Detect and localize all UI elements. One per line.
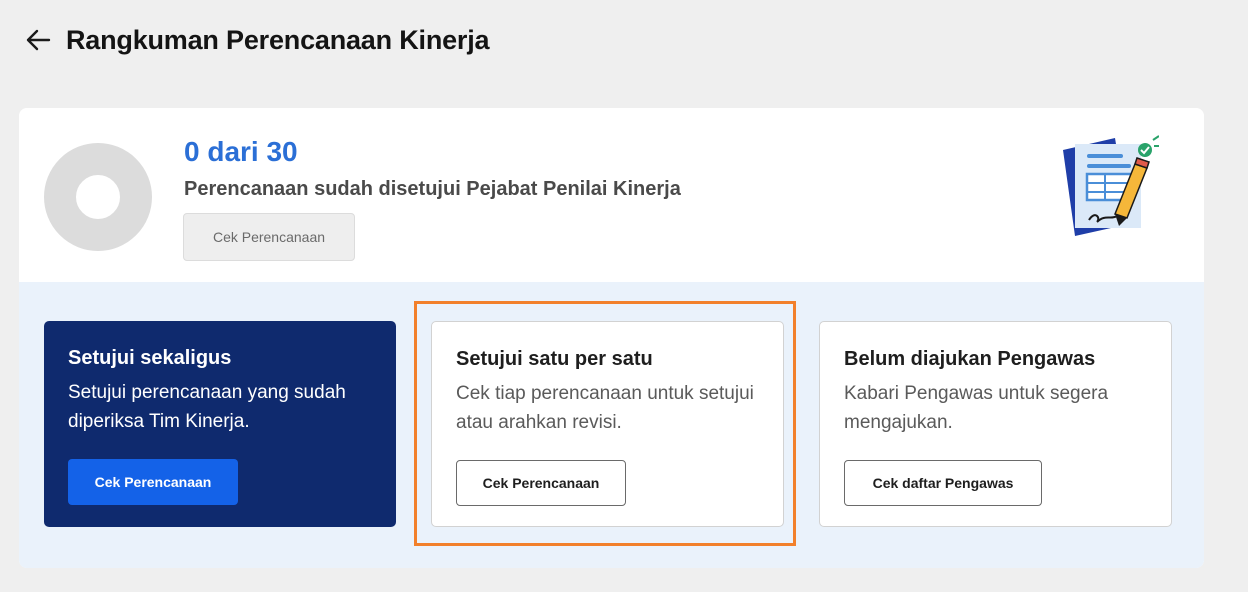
option-approve-one-by-one: Setujui satu per satu Cek tiap perencana… [431,321,784,527]
summary-section: 0 dari 30 Perencanaan sudah disetujui Pe… [19,108,1204,282]
check-supervisors-button[interactable]: Cek daftar Pengawas [844,460,1042,506]
check-planning-button-disabled[interactable]: Cek Perencanaan [183,213,355,261]
page-title: Rangkuman Perencanaan Kinerja [66,24,490,55]
option-title: Setujui satu per satu [456,348,653,370]
approval-description: Perencanaan sudah disetujui Pejabat Peni… [184,178,681,200]
option-description: Cek tiap perencanaan untuk setujui atau … [456,383,754,433]
option-title: Setujui sekaligus [68,347,232,369]
document-signature-icon [1063,135,1159,236]
approve-all-check-button[interactable]: Cek Perencanaan [68,459,238,505]
option-title: Belum diajukan Pengawas [844,348,1096,370]
option-description: Setujui perencanaan yang sudah diperiksa… [68,382,346,432]
page-header: Rangkuman Perencanaan Kinerja [24,20,490,60]
back-arrow-icon[interactable] [24,26,52,54]
progress-donut-chart [44,143,152,251]
approval-count: 0 dari 30 [184,136,298,167]
approval-options-section: Setujui sekaligus Setujui perencanaan ya… [19,282,1204,568]
approve-one-check-button[interactable]: Cek Perencanaan [456,460,626,506]
option-approve-all: Setujui sekaligus Setujui perencanaan ya… [44,321,396,527]
option-description: Kabari Pengawas untuk segera mengajukan. [844,383,1109,433]
option-not-submitted: Belum diajukan Pengawas Kabari Pengawas … [819,321,1172,527]
summary-card: 0 dari 30 Perencanaan sudah disetujui Pe… [19,108,1204,568]
